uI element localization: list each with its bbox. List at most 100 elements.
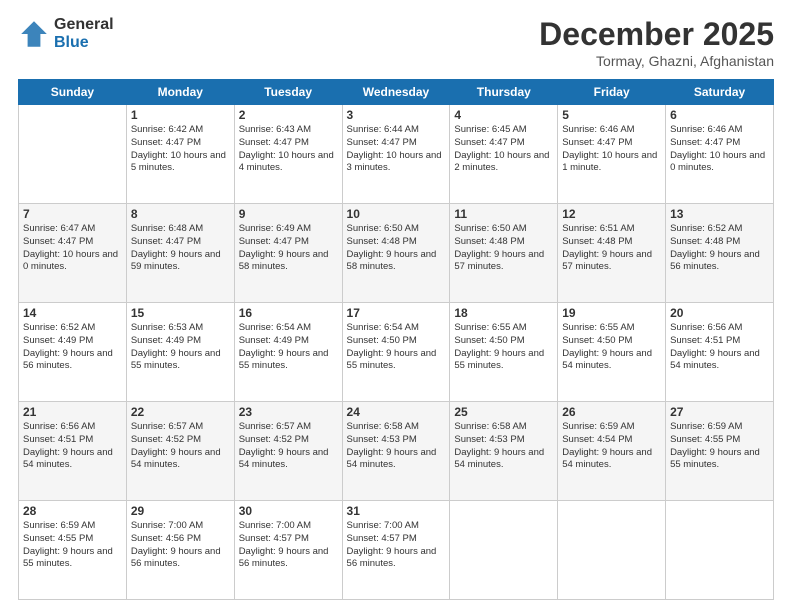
calendar-cell: 29 Sunrise: 7:00 AM Sunset: 4:56 PM Dayl…: [126, 501, 234, 600]
day-number: 27: [670, 405, 769, 419]
day-number: 5: [562, 108, 661, 122]
daylight-text: Daylight: 9 hours and 54 minutes.: [23, 447, 113, 471]
sunrise-text: Sunrise: 6:44 AM: [347, 124, 419, 135]
calendar-cell: 10 Sunrise: 6:50 AM Sunset: 4:48 PM Dayl…: [342, 204, 450, 303]
day-header-monday: Monday: [126, 80, 234, 105]
sunrise-text: Sunrise: 6:50 AM: [454, 223, 526, 234]
daylight-text: Daylight: 9 hours and 54 minutes.: [347, 447, 437, 471]
calendar-cell: 12 Sunrise: 6:51 AM Sunset: 4:48 PM Dayl…: [558, 204, 666, 303]
daylight-text: Daylight: 9 hours and 54 minutes.: [562, 348, 652, 372]
sunrise-text: Sunrise: 6:53 AM: [131, 322, 203, 333]
daylight-text: Daylight: 9 hours and 55 minutes.: [454, 348, 544, 372]
sunrise-text: Sunrise: 6:56 AM: [23, 421, 95, 432]
day-number: 23: [239, 405, 338, 419]
daylight-text: Daylight: 9 hours and 54 minutes.: [670, 348, 760, 372]
day-number: 4: [454, 108, 553, 122]
calendar-cell: 6 Sunrise: 6:46 AM Sunset: 4:47 PM Dayli…: [666, 105, 774, 204]
calendar-cell: 22 Sunrise: 6:57 AM Sunset: 4:52 PM Dayl…: [126, 402, 234, 501]
sunset-text: Sunset: 4:56 PM: [131, 533, 201, 544]
day-number: 24: [347, 405, 446, 419]
calendar-cell: 16 Sunrise: 6:54 AM Sunset: 4:49 PM Dayl…: [234, 303, 342, 402]
day-number: 11: [454, 207, 553, 221]
daylight-text: Daylight: 9 hours and 59 minutes.: [131, 249, 221, 273]
sunset-text: Sunset: 4:48 PM: [670, 236, 740, 247]
calendar-cell: 26 Sunrise: 6:59 AM Sunset: 4:54 PM Dayl…: [558, 402, 666, 501]
sunrise-text: Sunrise: 6:57 AM: [131, 421, 203, 432]
cell-info: Sunrise: 6:52 AM Sunset: 4:49 PM Dayligh…: [23, 322, 122, 373]
cell-info: Sunrise: 6:59 AM Sunset: 4:55 PM Dayligh…: [670, 421, 769, 472]
cell-info: Sunrise: 6:46 AM Sunset: 4:47 PM Dayligh…: [562, 124, 661, 175]
daylight-text: Daylight: 9 hours and 55 minutes.: [670, 447, 760, 471]
sunset-text: Sunset: 4:47 PM: [239, 236, 309, 247]
sunrise-text: Sunrise: 6:59 AM: [23, 520, 95, 531]
day-number: 9: [239, 207, 338, 221]
calendar-week-row: 28 Sunrise: 6:59 AM Sunset: 4:55 PM Dayl…: [19, 501, 774, 600]
sunrise-text: Sunrise: 6:56 AM: [670, 322, 742, 333]
cell-info: Sunrise: 6:54 AM Sunset: 4:49 PM Dayligh…: [239, 322, 338, 373]
sunrise-text: Sunrise: 7:00 AM: [131, 520, 203, 531]
calendar-cell: [558, 501, 666, 600]
daylight-text: Daylight: 9 hours and 54 minutes.: [131, 447, 221, 471]
sunrise-text: Sunrise: 6:59 AM: [670, 421, 742, 432]
day-number: 31: [347, 504, 446, 518]
sunrise-text: Sunrise: 6:57 AM: [239, 421, 311, 432]
calendar-cell: 14 Sunrise: 6:52 AM Sunset: 4:49 PM Dayl…: [19, 303, 127, 402]
daylight-text: Daylight: 9 hours and 58 minutes.: [239, 249, 329, 273]
daylight-text: Daylight: 9 hours and 56 minutes.: [239, 546, 329, 570]
cell-info: Sunrise: 6:50 AM Sunset: 4:48 PM Dayligh…: [454, 223, 553, 274]
cell-info: Sunrise: 6:53 AM Sunset: 4:49 PM Dayligh…: [131, 322, 230, 373]
cell-info: Sunrise: 6:49 AM Sunset: 4:47 PM Dayligh…: [239, 223, 338, 274]
daylight-text: Daylight: 10 hours and 2 minutes.: [454, 150, 549, 174]
day-number: 6: [670, 108, 769, 122]
cell-info: Sunrise: 7:00 AM Sunset: 4:57 PM Dayligh…: [347, 520, 446, 571]
daylight-text: Daylight: 10 hours and 0 minutes.: [23, 249, 118, 273]
cell-info: Sunrise: 6:44 AM Sunset: 4:47 PM Dayligh…: [347, 124, 446, 175]
calendar-week-row: 14 Sunrise: 6:52 AM Sunset: 4:49 PM Dayl…: [19, 303, 774, 402]
day-number: 15: [131, 306, 230, 320]
sunrise-text: Sunrise: 7:00 AM: [347, 520, 419, 531]
daylight-text: Daylight: 10 hours and 4 minutes.: [239, 150, 334, 174]
logo: General Blue: [18, 16, 114, 51]
calendar-cell: 24 Sunrise: 6:58 AM Sunset: 4:53 PM Dayl…: [342, 402, 450, 501]
cell-info: Sunrise: 6:58 AM Sunset: 4:53 PM Dayligh…: [454, 421, 553, 472]
day-number: 30: [239, 504, 338, 518]
daylight-text: Daylight: 9 hours and 54 minutes.: [239, 447, 329, 471]
sunrise-text: Sunrise: 6:54 AM: [239, 322, 311, 333]
daylight-text: Daylight: 9 hours and 55 minutes.: [347, 348, 437, 372]
sunrise-text: Sunrise: 7:00 AM: [239, 520, 311, 531]
location: Tormay, Ghazni, Afghanistan: [539, 53, 774, 69]
cell-info: Sunrise: 7:00 AM Sunset: 4:56 PM Dayligh…: [131, 520, 230, 571]
day-header-sunday: Sunday: [19, 80, 127, 105]
cell-info: Sunrise: 6:57 AM Sunset: 4:52 PM Dayligh…: [239, 421, 338, 472]
day-number: 17: [347, 306, 446, 320]
cell-info: Sunrise: 6:55 AM Sunset: 4:50 PM Dayligh…: [562, 322, 661, 373]
day-header-wednesday: Wednesday: [342, 80, 450, 105]
calendar-cell: 27 Sunrise: 6:59 AM Sunset: 4:55 PM Dayl…: [666, 402, 774, 501]
sunset-text: Sunset: 4:49 PM: [131, 335, 201, 346]
cell-info: Sunrise: 6:54 AM Sunset: 4:50 PM Dayligh…: [347, 322, 446, 373]
calendar-cell: 20 Sunrise: 6:56 AM Sunset: 4:51 PM Dayl…: [666, 303, 774, 402]
day-number: 2: [239, 108, 338, 122]
calendar-cell: 13 Sunrise: 6:52 AM Sunset: 4:48 PM Dayl…: [666, 204, 774, 303]
cell-info: Sunrise: 6:42 AM Sunset: 4:47 PM Dayligh…: [131, 124, 230, 175]
calendar-week-row: 7 Sunrise: 6:47 AM Sunset: 4:47 PM Dayli…: [19, 204, 774, 303]
sunrise-text: Sunrise: 6:51 AM: [562, 223, 634, 234]
calendar-cell: 23 Sunrise: 6:57 AM Sunset: 4:52 PM Dayl…: [234, 402, 342, 501]
day-header-tuesday: Tuesday: [234, 80, 342, 105]
logo-general: General: [54, 16, 114, 34]
calendar-cell: 18 Sunrise: 6:55 AM Sunset: 4:50 PM Dayl…: [450, 303, 558, 402]
sunset-text: Sunset: 4:47 PM: [239, 137, 309, 148]
day-number: 18: [454, 306, 553, 320]
calendar-cell: 11 Sunrise: 6:50 AM Sunset: 4:48 PM Dayl…: [450, 204, 558, 303]
sunrise-text: Sunrise: 6:58 AM: [454, 421, 526, 432]
daylight-text: Daylight: 9 hours and 56 minutes.: [347, 546, 437, 570]
cell-info: Sunrise: 6:45 AM Sunset: 4:47 PM Dayligh…: [454, 124, 553, 175]
sunrise-text: Sunrise: 6:54 AM: [347, 322, 419, 333]
calendar-cell: 30 Sunrise: 7:00 AM Sunset: 4:57 PM Dayl…: [234, 501, 342, 600]
sunset-text: Sunset: 4:50 PM: [562, 335, 632, 346]
sunset-text: Sunset: 4:47 PM: [131, 236, 201, 247]
cell-info: Sunrise: 6:57 AM Sunset: 4:52 PM Dayligh…: [131, 421, 230, 472]
day-number: 12: [562, 207, 661, 221]
cell-info: Sunrise: 6:52 AM Sunset: 4:48 PM Dayligh…: [670, 223, 769, 274]
calendar-cell: 2 Sunrise: 6:43 AM Sunset: 4:47 PM Dayli…: [234, 105, 342, 204]
